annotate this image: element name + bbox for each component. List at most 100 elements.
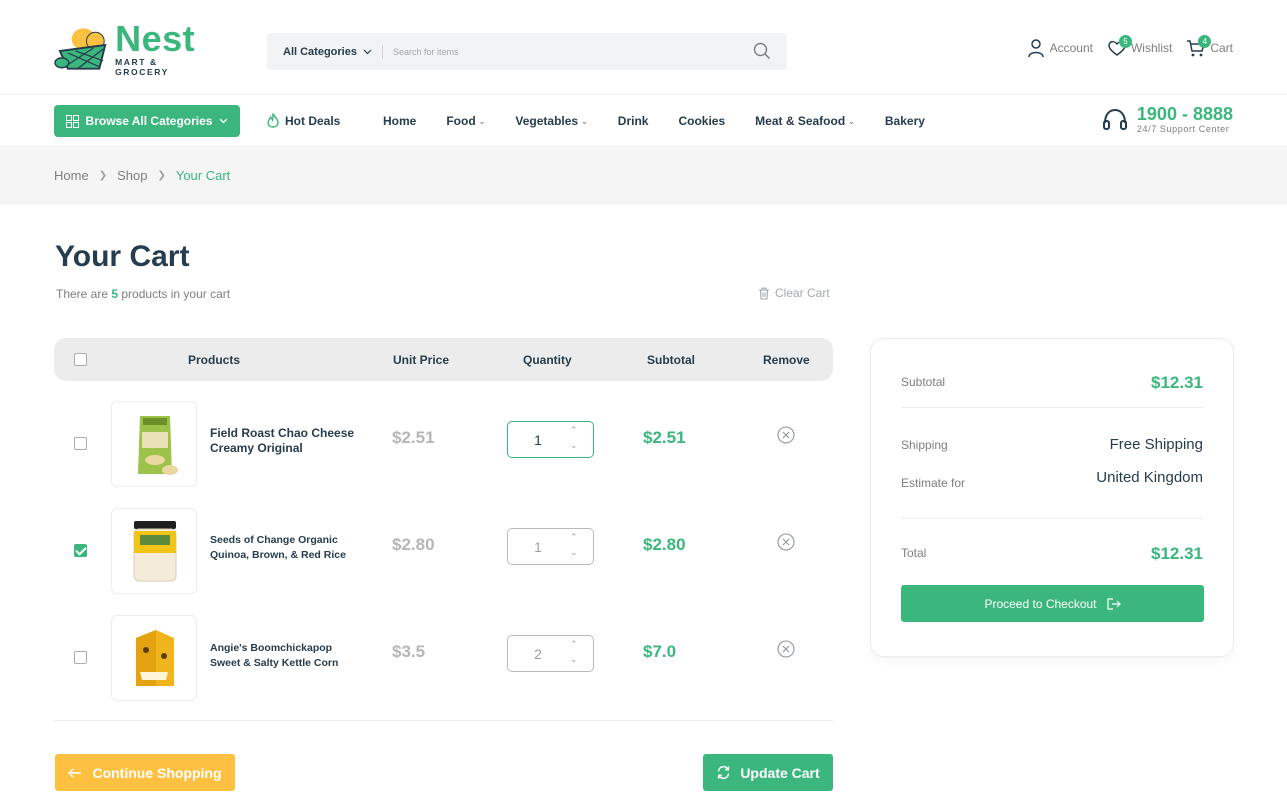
browse-categories-label: Browse All Categories <box>85 114 213 128</box>
account-link[interactable]: Account <box>1026 38 1093 58</box>
select-all-checkbox[interactable] <box>74 353 87 366</box>
breadcrumb-bar: Home ❯ Shop ❯ Your Cart <box>0 148 1287 205</box>
nav-drink-label: Drink <box>617 114 649 128</box>
product-name[interactable]: Angie's Boomchickapop Sweet & Salty Kett… <box>210 641 338 671</box>
product-name[interactable]: Seeds of Change Organic Quinoa, Brown, &… <box>210 533 346 563</box>
summary-shipping-label: Shipping <box>901 438 948 452</box>
continue-shopping-button[interactable]: Continue Shopping <box>55 754 235 791</box>
product-name[interactable]: Field Roast Chao Cheese Creamy Original <box>210 426 354 456</box>
browse-categories-button[interactable]: Browse All Categories <box>54 105 240 137</box>
account-label: Account <box>1049 41 1093 55</box>
cart-table-header: Products Unit Price Quantity Subtotal Re… <box>54 338 833 381</box>
clear-cart-button[interactable]: Clear Cart <box>758 286 830 300</box>
update-cart-button[interactable]: Update Cart <box>703 754 833 791</box>
exit-arrow-icon <box>1106 597 1121 610</box>
headset-icon <box>1102 108 1127 130</box>
product-name-line: Quinoa, Brown, & Red Rice <box>210 549 346 561</box>
chevron-up-icon[interactable]: ⌃ <box>570 639 578 650</box>
support-label: 24/7 Support Center <box>1136 124 1230 134</box>
row-checkbox[interactable] <box>74 651 87 664</box>
nav-bakery[interactable]: Bakery <box>885 114 925 128</box>
proceed-to-checkout-button[interactable]: Proceed to Checkout <box>901 585 1204 622</box>
cart-label: Cart <box>1210 41 1233 55</box>
nav-food-label: Food <box>446 114 476 128</box>
wishlist-label: Wishlist <box>1130 41 1173 55</box>
product-image[interactable] <box>111 615 197 701</box>
chevron-down-icon[interactable]: ⌄ <box>570 654 578 665</box>
product-name-line: Creamy Original <box>210 441 303 455</box>
refresh-icon <box>718 765 730 780</box>
nav-meat-seafood[interactable]: Meat & Seafood ⌄ <box>755 114 855 128</box>
quantity-value: 2 <box>534 646 542 662</box>
cart-count-prefix: There are <box>56 287 112 301</box>
row-checkbox[interactable] <box>74 544 87 557</box>
unit-price: $3.5 <box>392 642 426 661</box>
category-select[interactable]: All Categories <box>267 46 372 58</box>
quantity-stepper[interactable]: 1 ⌃ ⌄ <box>507 421 594 458</box>
product-name-line: Field Roast Chao Cheese <box>210 426 355 440</box>
product-box-image <box>136 630 174 686</box>
chevron-up-icon[interactable]: ⌃ <box>570 425 578 436</box>
cart-link[interactable]: 4 Cart <box>1186 35 1233 58</box>
product-image[interactable] <box>111 508 197 594</box>
remove-item-icon[interactable] <box>777 426 795 444</box>
summary-divider <box>901 518 1204 519</box>
search-input[interactable] <box>392 46 733 57</box>
remove-item-icon[interactable] <box>777 533 795 551</box>
breadcrumb-current: Your Cart <box>175 168 231 183</box>
product-image[interactable] <box>111 401 197 487</box>
breadcrumb-home[interactable]: Home <box>54 168 89 183</box>
summary-estimate-value[interactable]: United Kingdom <box>1096 469 1203 486</box>
quantity-value: 1 <box>534 539 542 555</box>
brand-logo[interactable]: Nest MART & GROCERY <box>54 17 214 77</box>
nav-vegetables-label: Vegetables <box>515 114 579 128</box>
nav-food[interactable]: Food ⌄ <box>446 114 485 128</box>
checkout-label: Proceed to Checkout <box>984 596 1097 611</box>
support-phone: 1900 - 8888 <box>1136 104 1233 124</box>
chevron-down-icon[interactable]: ⌄ <box>570 547 578 558</box>
wishlist-link[interactable]: 5 Wishlist <box>1107 35 1173 58</box>
cart-count-text: There are 5 products in your cart <box>56 287 230 301</box>
product-name-line: Angie's Boomchickapop <box>210 642 333 654</box>
chevron-right-icon: ❯ <box>157 170 166 181</box>
summary-subtotal-value: $12.31 <box>1151 373 1203 392</box>
summary-subtotal-label: Subtotal <box>901 375 946 389</box>
breadcrumb-shop[interactable]: Shop <box>117 168 147 183</box>
product-name-line: Seeds of Change Organic <box>210 534 338 546</box>
chevron-down-icon[interactable]: ⌄ <box>570 440 578 451</box>
quantity-stepper[interactable]: 2 ⌃ ⌄ <box>507 635 594 672</box>
table-row: Angie's Boomchickapop Sweet & Salty Kett… <box>54 605 833 712</box>
summary-total-label: Total <box>901 546 927 560</box>
remove-item-icon[interactable] <box>777 640 795 658</box>
brand-name: Nest <box>115 17 196 59</box>
nav-vegetables[interactable]: Vegetables ⌄ <box>515 114 587 128</box>
search-bar: All Categories <box>267 33 787 70</box>
chevron-down-icon: ⌄ <box>848 116 855 126</box>
page-title: Your Cart <box>55 240 190 273</box>
hot-deals-link[interactable]: Hot Deals <box>266 113 340 128</box>
row-subtotal: $7.0 <box>643 642 677 661</box>
site-header: Nest MART & GROCERY All Categories Accou… <box>0 0 1287 95</box>
update-cart-label: Update Cart <box>740 764 820 781</box>
search-icon[interactable] <box>753 42 771 60</box>
unit-price: $2.80 <box>392 535 435 554</box>
cart-summary: Subtotal $12.31 Shipping Free Shipping E… <box>870 338 1234 657</box>
nav-meat-seafood-label: Meat & Seafood <box>755 114 846 128</box>
chevron-down-icon: ⌄ <box>478 116 486 126</box>
nav-links: Home Food ⌄ Vegetables ⌄ Drink Cookies Mea… <box>383 114 925 128</box>
header-actions: Account 5 Wishlist 4 Cart <box>1026 35 1233 58</box>
nav-cookies[interactable]: Cookies <box>678 114 725 128</box>
nav-home[interactable]: Home <box>383 114 416 128</box>
support-contact[interactable]: 1900 - 8888 24/7 Support Center <box>1101 105 1233 134</box>
nav-drink[interactable]: Drink <box>618 114 649 128</box>
col-unit-price: Unit Price <box>393 353 450 367</box>
summary-shipping-value: Free Shipping <box>1109 436 1203 453</box>
chevron-up-icon[interactable]: ⌃ <box>570 532 578 543</box>
quantity-value: 1 <box>534 432 542 448</box>
quantity-stepper[interactable]: 1 ⌃ ⌄ <box>507 528 594 565</box>
nav-home-label: Home <box>383 114 417 128</box>
col-products: Products <box>188 353 241 367</box>
clear-cart-label: Clear Cart <box>775 286 830 300</box>
row-checkbox[interactable] <box>74 437 87 450</box>
brand-tagline: MART & GROCERY <box>115 56 169 77</box>
